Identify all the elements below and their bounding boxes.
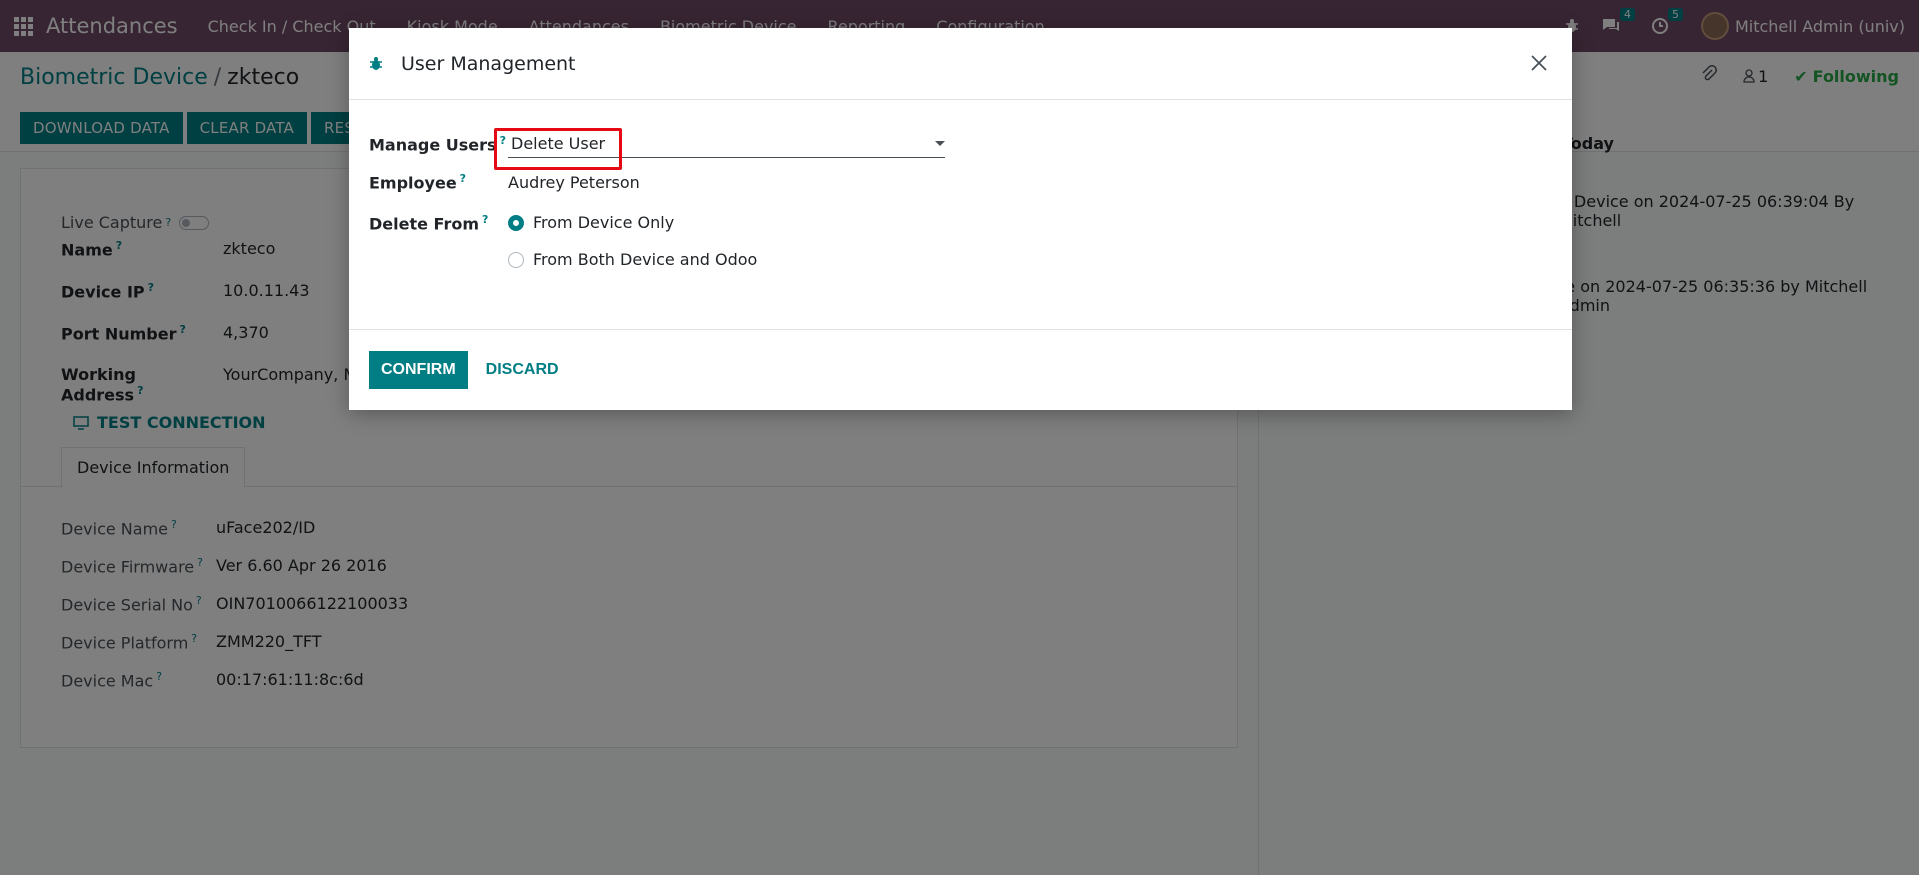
dialog-footer: CONFIRM DISCARD	[349, 330, 1572, 410]
dialog-title: User Management	[401, 52, 576, 75]
user-management-dialog: User Management Manage Users? Delete Use…	[349, 28, 1572, 410]
close-icon	[1531, 55, 1547, 71]
annotation-highlight-box	[494, 128, 622, 170]
discard-button[interactable]: DISCARD	[484, 361, 561, 379]
help-mark: ?	[459, 172, 467, 185]
radio-unchecked-icon[interactable]	[508, 251, 524, 268]
radio-device-only[interactable]: From Device Only	[508, 213, 757, 232]
delete-from-label: Delete From	[369, 214, 479, 234]
manage-users-label: Manage Users	[369, 135, 497, 155]
employee-value[interactable]: Audrey Peterson	[508, 173, 640, 192]
bug-icon	[369, 56, 387, 72]
dialog-header: User Management	[349, 28, 1572, 100]
employee-field: Employee? Audrey Peterson	[369, 172, 640, 192]
employee-label: Employee	[369, 173, 457, 193]
radio-device-only-label: From Device Only	[533, 213, 675, 232]
close-dialog-button[interactable]	[1524, 48, 1554, 78]
radio-both-label: From Both Device and Odoo	[533, 250, 758, 269]
delete-from-radio-group: From Device Only From Both Device and Od…	[508, 213, 757, 269]
radio-both[interactable]: From Both Device and Odoo	[508, 250, 757, 269]
delete-from-field: Delete From? From Device Only From Both …	[369, 213, 757, 269]
manage-users-field: Manage Users? Delete User	[369, 130, 945, 158]
radio-checked-icon[interactable]	[508, 214, 524, 231]
confirm-button[interactable]: CONFIRM	[369, 351, 468, 389]
help-mark: ?	[482, 213, 489, 226]
chevron-down-icon	[935, 141, 945, 146]
